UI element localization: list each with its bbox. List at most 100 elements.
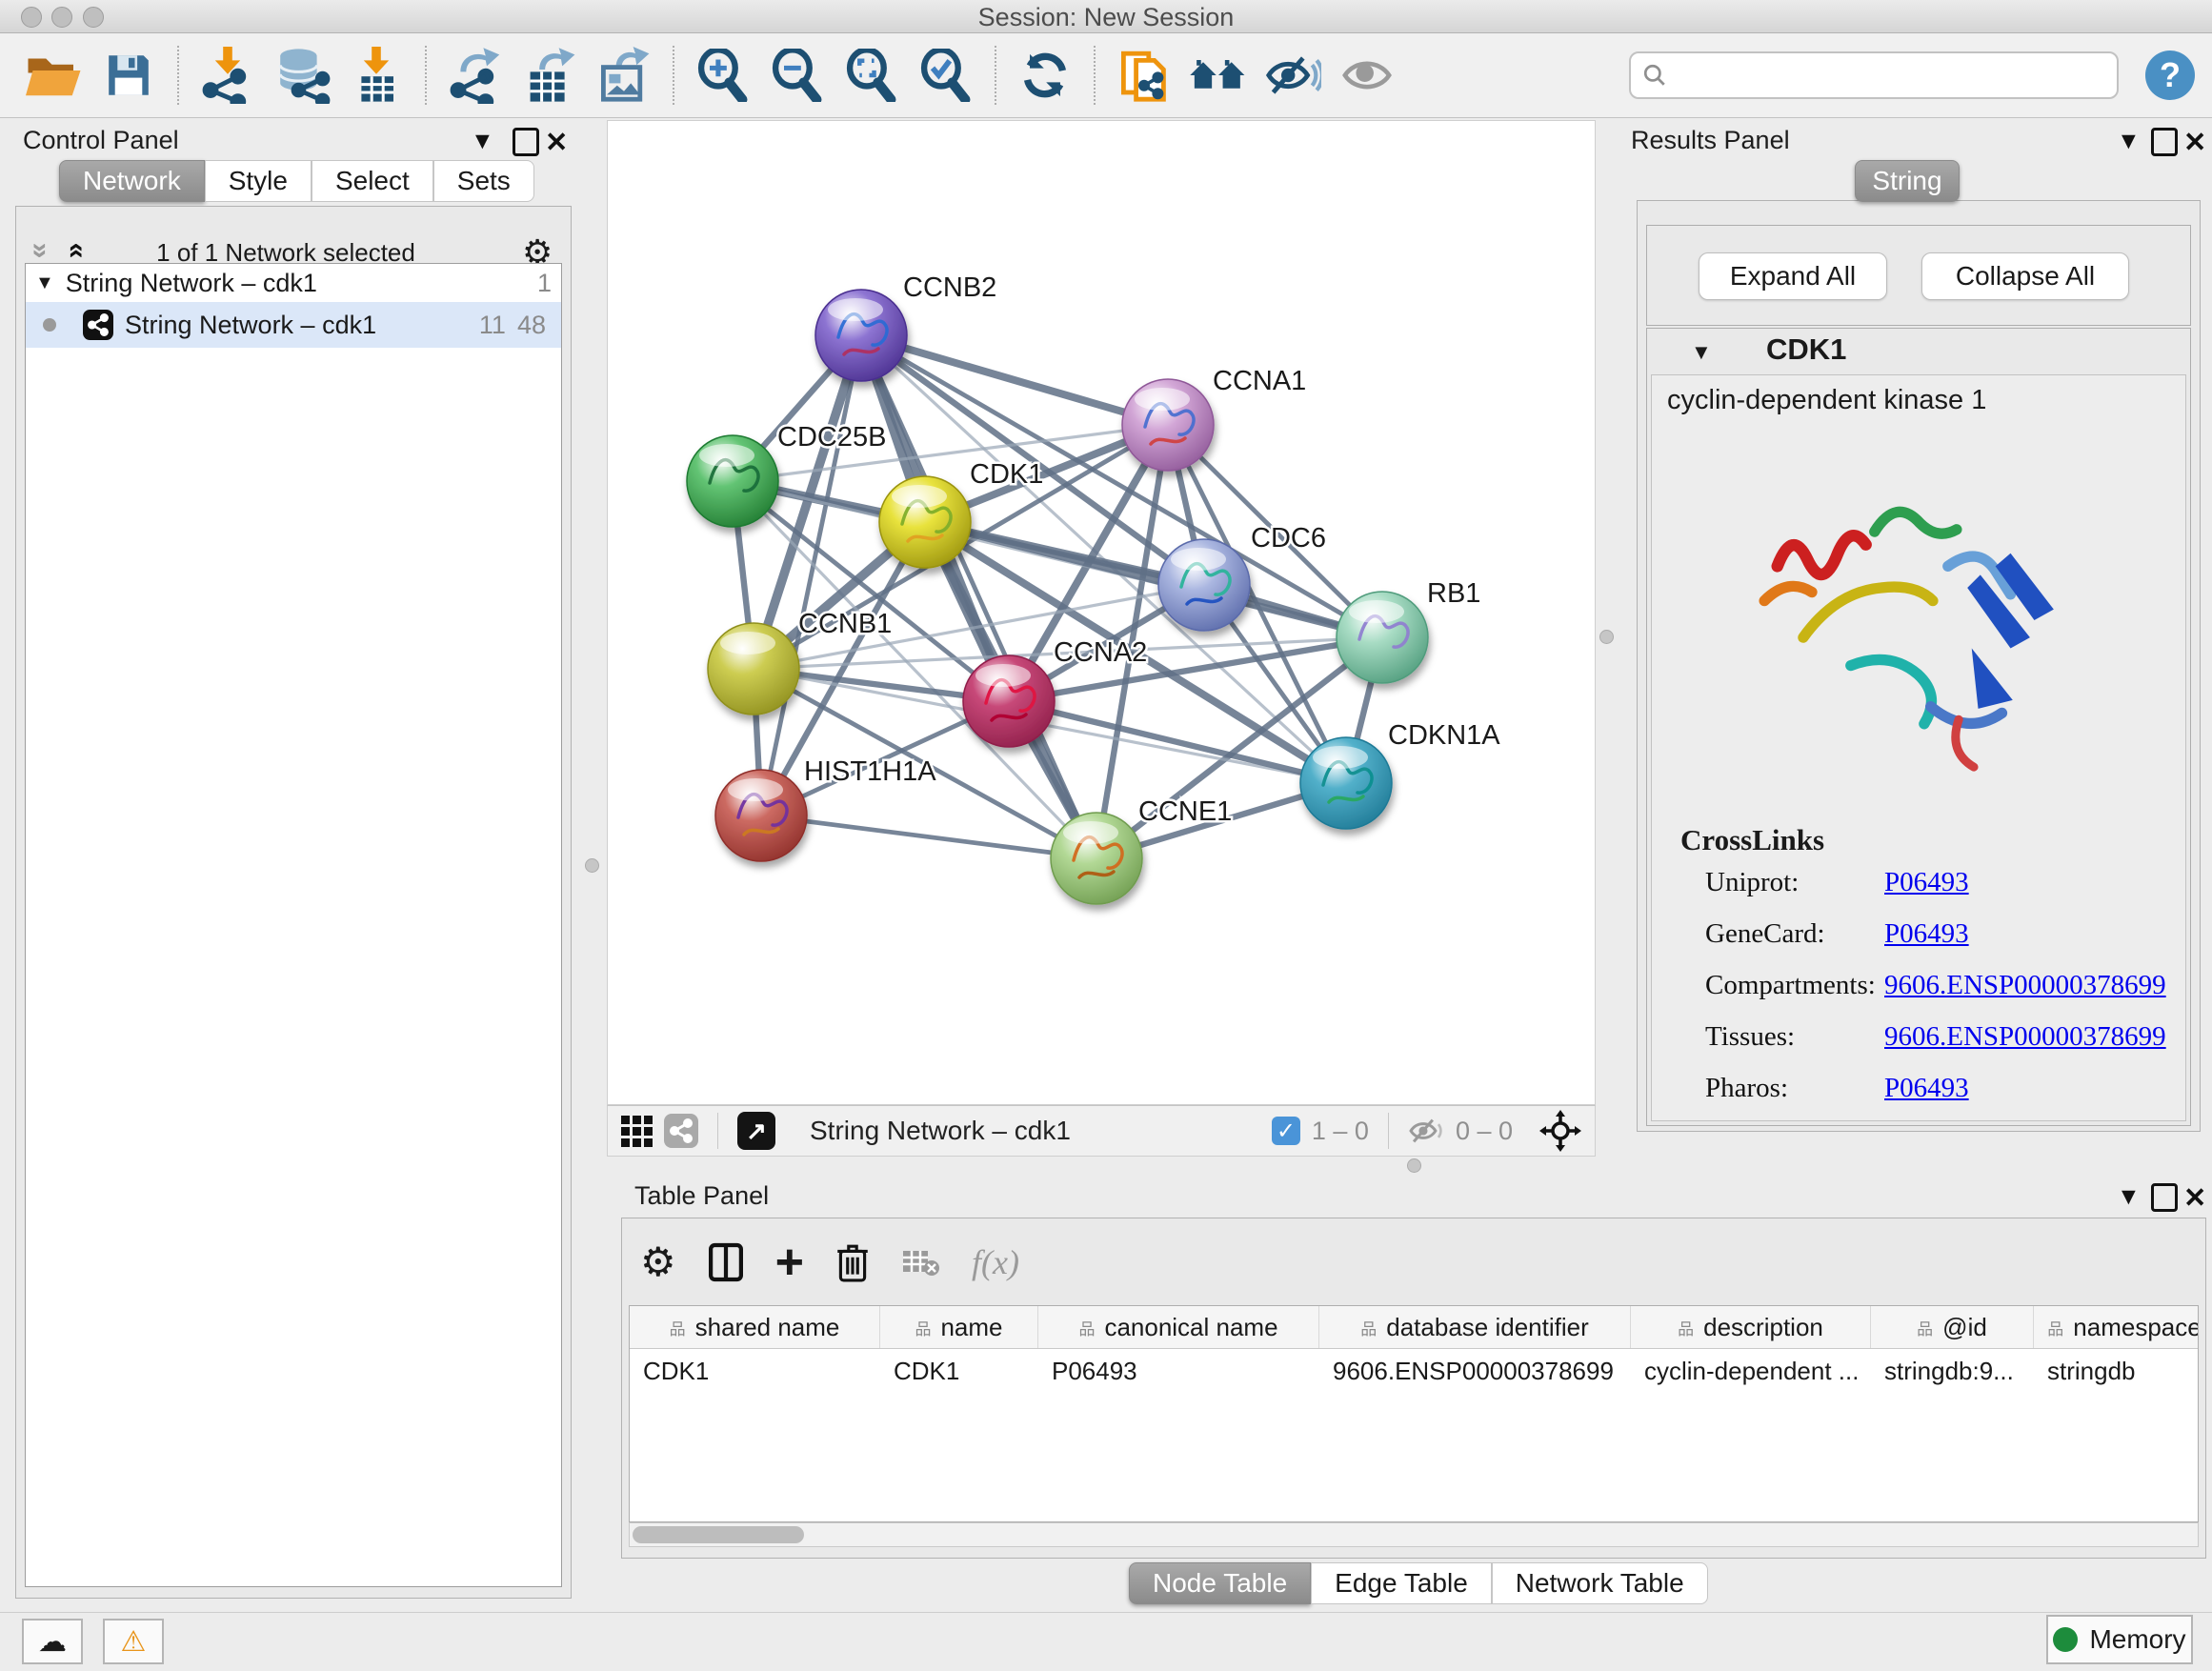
control-panel-menu-icon[interactable]: ▼ (471, 128, 494, 155)
table-panel-menu-icon[interactable]: ▼ (2117, 1183, 2141, 1211)
export-table-icon[interactable] (513, 40, 587, 111)
node-CCNB2[interactable] (815, 290, 907, 381)
scrollbar-thumb[interactable] (633, 1526, 804, 1543)
crosslink-link[interactable]: P06493 (1884, 867, 1969, 898)
collection-count: 1 (537, 269, 552, 298)
collapse-all-chevron-icon[interactable]: » (24, 243, 56, 259)
expand-all-button[interactable]: Expand All (1699, 252, 1887, 300)
column-header[interactable]: 品 database identifier (1319, 1306, 1631, 1348)
search-input[interactable] (1675, 60, 2079, 91)
search-field[interactable] (1629, 51, 2119, 99)
column-header[interactable]: 品 namespace (2034, 1306, 2199, 1348)
crosslink-label: GeneCard: (1705, 918, 1825, 950)
status-separator (717, 1113, 718, 1149)
help-button[interactable]: ? (2145, 50, 2195, 100)
table-horizontal-scrollbar[interactable] (629, 1522, 2199, 1547)
export-network-icon[interactable] (438, 40, 513, 111)
export-image-icon[interactable] (587, 40, 661, 111)
magnifier-plus-icon (696, 49, 750, 102)
node-CDC6[interactable] (1158, 539, 1250, 631)
results-panel-close-icon[interactable]: ✕ (2183, 126, 2206, 159)
selected-checkbox-icon[interactable]: ✓ (1272, 1117, 1300, 1145)
crosslink-link[interactable]: P06493 (1884, 1073, 1969, 1104)
table-settings-gear-icon[interactable]: ⚙ (640, 1238, 676, 1285)
collapse-all-button[interactable]: Collapse All (1921, 252, 2129, 300)
first-neighbors-icon[interactable] (1181, 40, 1256, 111)
tab-select[interactable]: Select (312, 160, 433, 202)
results-panel-float-icon[interactable] (2151, 128, 2178, 156)
tab-string[interactable]: String (1855, 160, 1960, 202)
right-splitter-handle[interactable] (1599, 630, 1614, 644)
expand-all-chevron-icon[interactable]: » (58, 243, 90, 259)
network-tree-root-row[interactable]: ▼ String Network – cdk1 1 (26, 264, 561, 302)
fit-content-crosshair-icon[interactable] (1539, 1110, 1581, 1152)
edge-CCNB2-CCNA1[interactable] (861, 335, 1168, 425)
share-view-icon[interactable] (664, 1114, 698, 1148)
column-header[interactable]: 品 name (880, 1306, 1038, 1348)
column-header[interactable]: 品 description (1631, 1306, 1871, 1348)
database-icon (272, 47, 332, 104)
node-CCNA2[interactable] (963, 655, 1055, 747)
table-panel-float-icon[interactable] (2151, 1183, 2178, 1212)
tab-edge-table[interactable]: Edge Table (1311, 1562, 1492, 1604)
bottom-splitter-handle[interactable] (1407, 1158, 1421, 1173)
control-panel-close-icon[interactable]: ✕ (545, 126, 568, 159)
hierarchy-icon: 品 (1078, 1316, 1095, 1339)
zoom-in-icon[interactable] (686, 40, 760, 111)
show-all-icon[interactable] (1330, 40, 1404, 111)
left-splitter-handle[interactable] (585, 858, 599, 873)
import-network-file-icon[interactable] (191, 40, 265, 111)
show-columns-icon[interactable] (709, 1242, 743, 1282)
tab-sets[interactable]: Sets (433, 160, 534, 202)
refresh-layout-icon[interactable] (1008, 40, 1082, 111)
control-panel-float-icon[interactable] (513, 128, 539, 156)
node-RB1[interactable] (1337, 592, 1428, 683)
column-header[interactable]: 品 @id (1871, 1306, 2034, 1348)
node-CDK1[interactable] (879, 476, 971, 568)
zoom-fit-icon[interactable] (835, 40, 909, 111)
open-in-window-icon[interactable]: ↗ (737, 1112, 775, 1150)
crosslink-link[interactable]: P06493 (1884, 918, 1969, 950)
tab-network-table[interactable]: Network Table (1492, 1562, 1708, 1604)
table-row[interactable]: CDK1 CDK1 P06493 9606.ENSP00000378699 cy… (630, 1349, 2198, 1393)
network-canvas[interactable]: CCNB2CCNA1CDC25BCDK1CDC6RB1CCNB1CCNA2CDK… (607, 120, 1596, 1105)
tab-style[interactable]: Style (205, 160, 312, 202)
delete-column-trash-icon[interactable] (836, 1242, 869, 1282)
column-header[interactable]: 品 shared name (630, 1306, 880, 1348)
node-CCNB1[interactable] (708, 623, 799, 715)
warnings-button[interactable]: ⚠ (103, 1619, 164, 1664)
save-session-icon[interactable] (91, 40, 166, 111)
tab-node-table[interactable]: Node Table (1129, 1562, 1311, 1604)
hide-selected-icon[interactable] (1256, 40, 1330, 111)
delete-table-icon[interactable] (901, 1246, 939, 1278)
import-network-database-icon[interactable] (265, 40, 339, 111)
add-column-icon[interactable]: + (775, 1243, 804, 1281)
tab-network[interactable]: Network (59, 160, 205, 202)
function-builder-icon[interactable]: f(x) (972, 1242, 1019, 1282)
zoom-out-icon[interactable] (760, 40, 835, 111)
clone-network-icon[interactable] (1107, 40, 1181, 111)
edge-HIST1H1A-CCNE1[interactable] (761, 815, 1096, 858)
open-session-icon[interactable] (17, 40, 91, 111)
node-CDKN1A[interactable] (1300, 737, 1392, 829)
network-tree-row[interactable]: String Network – cdk1 11 48 (26, 302, 561, 348)
cloud-status-button[interactable]: ☁ (22, 1619, 83, 1664)
node-CDC25B[interactable] (687, 435, 778, 527)
crosslink-link[interactable]: 9606.ENSP00000378699 (1884, 1021, 2166, 1053)
import-table-icon[interactable] (339, 40, 413, 111)
column-header[interactable]: 品 canonical name (1038, 1306, 1319, 1348)
edge-CCNB2-HIST1H1A[interactable] (761, 335, 861, 815)
tree-expand-icon[interactable]: ▼ (35, 272, 54, 294)
results-panel-menu-icon[interactable]: ▼ (2117, 128, 2141, 155)
toolbar-separator (1094, 46, 1096, 105)
protein-collapse-icon[interactable]: ▼ (1691, 340, 1712, 365)
crosslink-link[interactable]: 9606.ENSP00000378699 (1884, 970, 2166, 1001)
table-panel-close-icon[interactable]: ✕ (2183, 1181, 2206, 1215)
node-CCNA1[interactable] (1122, 379, 1214, 471)
node-table: 品 shared name 品 name 品 canonical name 品 … (629, 1305, 2199, 1522)
node-CCNE1[interactable] (1051, 813, 1142, 904)
zoom-selected-icon[interactable] (909, 40, 983, 111)
memory-button[interactable]: Memory (2046, 1615, 2193, 1664)
node-HIST1H1A[interactable] (715, 770, 807, 861)
birds-eye-view-icon[interactable] (621, 1116, 653, 1147)
